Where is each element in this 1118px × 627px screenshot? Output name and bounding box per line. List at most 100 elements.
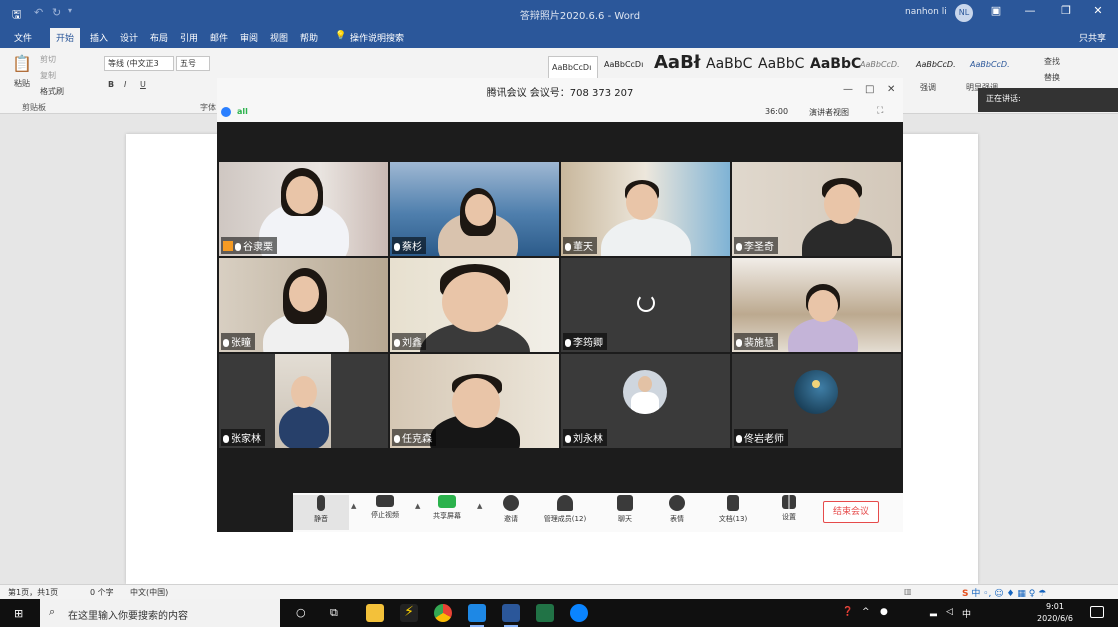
lightning-app-icon[interactable]: ⚡ xyxy=(400,604,418,622)
show-hidden-icons-icon[interactable]: ^ xyxy=(862,607,870,617)
taskbar-search[interactable]: ⌕ 在这里输入你要搜索的内容 xyxy=(40,599,280,627)
account-name[interactable]: nanhon li xyxy=(905,7,947,17)
undo-icon[interactable]: ↶ xyxy=(34,6,43,19)
find-button[interactable]: 查找 xyxy=(1044,56,1060,67)
tab-references[interactable]: 引用 xyxy=(180,31,198,44)
tab-view[interactable]: 视图 xyxy=(270,31,288,44)
manage-members-button[interactable]: 管理成员(12) xyxy=(537,495,593,524)
minimize-button[interactable]: — xyxy=(1020,4,1040,17)
settings-button[interactable]: 设置 xyxy=(761,495,817,522)
paste-button[interactable]: 粘贴 xyxy=(14,78,30,89)
share-button[interactable]: 只共享 xyxy=(1079,31,1106,44)
tell-me-search[interactable]: 操作说明搜索 xyxy=(350,31,404,44)
tab-home[interactable]: 开始 xyxy=(50,28,81,48)
sogou-ime-icon[interactable]: S xyxy=(962,589,968,599)
style-emphasis[interactable]: AaBbCcD. xyxy=(916,60,956,69)
excel-app-icon[interactable] xyxy=(536,604,554,622)
cortana-icon[interactable]: ○ xyxy=(296,606,306,619)
help-icon[interactable]: ❓ xyxy=(842,607,853,617)
video-tile[interactable]: 蔡杉 xyxy=(390,162,559,256)
video-tile[interactable]: 佟岩老师 xyxy=(732,354,901,448)
style-title[interactable]: AaBbC xyxy=(758,56,804,72)
video-tile[interactable]: 董天 xyxy=(561,162,730,256)
restore-button[interactable]: ❐ xyxy=(1056,4,1076,17)
task-view-icon[interactable]: ⧉ xyxy=(330,606,338,620)
windows-start-icon[interactable]: ⊞ xyxy=(14,607,23,620)
tab-file[interactable]: 文件 xyxy=(14,31,32,44)
tab-layout[interactable]: 布局 xyxy=(150,31,168,44)
tab-mailings[interactable]: 邮件 xyxy=(210,31,228,44)
video-tile[interactable]: 谷隶栗 xyxy=(219,162,388,256)
video-tile[interactable]: 裴施慧 xyxy=(732,258,901,352)
cut-button[interactable]: 剪切 xyxy=(40,54,56,65)
tab-design[interactable]: 设计 xyxy=(120,31,138,44)
fullscreen-icon[interactable]: ⛶ xyxy=(877,106,883,116)
invite-button[interactable]: 邀请 xyxy=(483,495,539,524)
browser-app-icon[interactable] xyxy=(570,604,588,622)
signal-strength-icon[interactable]: all xyxy=(237,107,248,116)
italic-button[interactable]: I xyxy=(124,80,126,89)
stop-video-button[interactable]: 停止视频 xyxy=(357,495,413,520)
style-heading-1[interactable]: AaBł xyxy=(654,52,700,73)
word-count[interactable]: 0 个字 xyxy=(90,587,114,598)
network-icon[interactable]: ▂ xyxy=(930,607,937,617)
video-tile[interactable]: 李筠卿 xyxy=(561,258,730,352)
tab-help[interactable]: 帮助 xyxy=(300,31,318,44)
copy-button[interactable]: 复制 xyxy=(40,70,56,81)
ribbon-display-icon[interactable]: ▣ xyxy=(986,4,1006,17)
save-icon[interactable]: 🖫 xyxy=(12,6,21,25)
font-size-select[interactable]: 五号 xyxy=(176,56,210,71)
tab-review[interactable]: 审阅 xyxy=(240,31,258,44)
paste-icon[interactable]: 📋 xyxy=(12,54,32,73)
format-painter-button[interactable]: 格式刷 xyxy=(40,86,64,97)
style-normal[interactable]: AaBbCcDı xyxy=(548,56,598,80)
file-explorer-icon[interactable] xyxy=(366,604,384,622)
speaker-view-button[interactable]: 演讲者视图 xyxy=(809,107,849,118)
system-clock[interactable]: 9:01 2020/6/6 xyxy=(1030,601,1080,625)
share-screen-button[interactable]: 共享屏幕 xyxy=(419,495,475,521)
volume-icon[interactable]: ◁ xyxy=(946,607,953,617)
video-tile[interactable]: 李圣奇 xyxy=(732,162,901,256)
audio-options-caret-icon[interactable]: ▲ xyxy=(351,502,356,510)
read-mode-icon[interactable]: ▥ xyxy=(904,587,912,596)
notification-center-icon[interactable] xyxy=(1090,606,1104,618)
lightbulb-icon: 💡 xyxy=(335,31,347,41)
meeting-maximize-button[interactable]: □ xyxy=(865,84,874,95)
style-subtle-emphasis[interactable]: AaBbCcD. xyxy=(860,60,900,69)
video-tile[interactable]: 刘永林 xyxy=(561,354,730,448)
video-tile[interactable]: 张家林 xyxy=(219,354,388,448)
video-tile[interactable]: 刘鑫 xyxy=(390,258,559,352)
bold-button[interactable]: B xyxy=(108,80,114,89)
reactions-button[interactable]: 表情 xyxy=(649,495,705,524)
tray-app-icon[interactable]: ● xyxy=(880,607,888,617)
tab-insert[interactable]: 插入 xyxy=(90,31,108,44)
customize-qat-icon[interactable]: ▾ xyxy=(68,6,72,15)
underline-button[interactable]: U xyxy=(140,80,146,89)
input-language-indicator[interactable]: 中 xyxy=(962,607,971,620)
font-name-select[interactable]: 等线 (中文正3 xyxy=(104,56,174,71)
end-meeting-button[interactable]: 结束会议 xyxy=(823,501,879,523)
page-count[interactable]: 第1页，共1页 xyxy=(8,587,58,598)
shield-icon[interactable] xyxy=(221,107,231,117)
style-subtitle[interactable]: AaBbC xyxy=(810,56,861,72)
ime-toolbar[interactable]: S 中 ◦, ☺ ♦ ▦ ♀ ☂ xyxy=(962,586,1046,599)
video-tile[interactable]: 张瞳 xyxy=(219,258,388,352)
meeting-minimize-button[interactable]: — xyxy=(843,84,853,95)
chat-button[interactable]: 聊天 xyxy=(597,495,653,524)
language-indicator[interactable]: 中文(中国) xyxy=(130,587,168,598)
style-intense-emphasis[interactable]: AaBbCcD. xyxy=(970,60,1010,69)
chrome-icon[interactable] xyxy=(434,604,452,622)
documents-button[interactable]: 文档(13) xyxy=(705,495,761,524)
mute-button[interactable]: 静音 xyxy=(293,495,349,530)
share-options-caret-icon[interactable]: ▲ xyxy=(477,502,482,510)
redo-icon[interactable]: ↻ xyxy=(52,6,61,19)
style-no-spacing[interactable]: AaBbCcDı xyxy=(604,60,643,69)
replace-button[interactable]: 替换 xyxy=(1044,72,1060,83)
tencent-meeting-app-icon[interactable] xyxy=(468,604,486,627)
meeting-close-button[interactable]: ✕ xyxy=(887,84,895,95)
style-heading-2[interactable]: AaBbC xyxy=(706,56,752,72)
video-tile[interactable]: 任克森 xyxy=(390,354,559,448)
word-app-icon[interactable] xyxy=(502,604,520,627)
close-button[interactable]: ✕ xyxy=(1088,4,1108,17)
account-avatar[interactable]: NL xyxy=(955,4,973,22)
